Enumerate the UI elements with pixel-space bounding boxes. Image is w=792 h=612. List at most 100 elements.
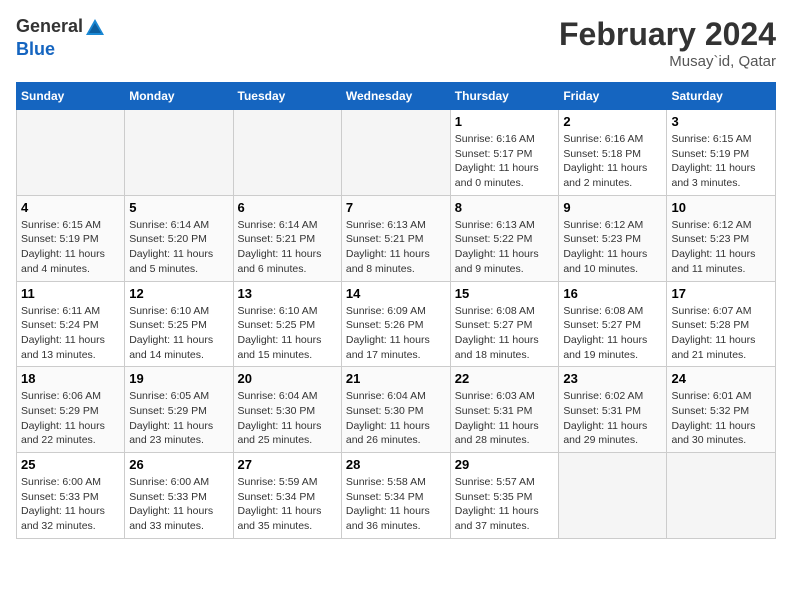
page-header: General Blue February 2024 Musay`id, Qat…	[16, 16, 776, 70]
day-info: Sunrise: 6:08 AMSunset: 5:27 PMDaylight:…	[563, 304, 662, 363]
calendar-cell: 22 Sunrise: 6:03 AMSunset: 5:31 PMDayligh…	[450, 367, 559, 453]
calendar-cell: 8 Sunrise: 6:13 AMSunset: 5:22 PMDaylight…	[450, 195, 559, 281]
day-info: Sunrise: 6:16 AMSunset: 5:17 PMDaylight:…	[455, 132, 555, 191]
day-info: Sunrise: 6:08 AMSunset: 5:27 PMDaylight:…	[455, 304, 555, 363]
calendar-cell: 14Sunrise: 6:09 AMSunset: 5:26 PMDayligh…	[341, 281, 450, 367]
location: Musay`id, Qatar	[559, 53, 776, 70]
calendar-cell: 15 Sunrise: 6:08 AMSunset: 5:27 PMDayligh…	[450, 281, 559, 367]
day-number: 19	[129, 371, 228, 386]
col-monday: Monday	[125, 83, 233, 110]
day-info: Sunrise: 6:06 AMSunset: 5:29 PMDaylight:…	[21, 389, 120, 448]
day-info: Sunrise: 6:03 AMSunset: 5:31 PMDaylight:…	[455, 389, 555, 448]
day-number: 28	[346, 457, 446, 472]
col-saturday: Saturday	[667, 83, 776, 110]
calendar-cell: 19 Sunrise: 6:05 AMSunset: 5:29 PMDayligh…	[125, 367, 233, 453]
day-info: Sunrise: 6:02 AMSunset: 5:31 PMDaylight:…	[563, 389, 662, 448]
col-tuesday: Tuesday	[233, 83, 341, 110]
calendar-cell	[341, 110, 450, 196]
col-thursday: Thursday	[450, 83, 559, 110]
calendar-week-3: 11 Sunrise: 6:11 AMSunset: 5:24 PMDayligh…	[17, 281, 776, 367]
day-info: Sunrise: 5:57 AMSunset: 5:35 PMDaylight:…	[455, 475, 555, 534]
day-info: Sunrise: 6:01 AMSunset: 5:32 PMDaylight:…	[671, 389, 771, 448]
calendar-cell: 4 Sunrise: 6:15 AMSunset: 5:19 PMDaylight…	[17, 195, 125, 281]
calendar-cell: 27 Sunrise: 5:59 AMSunset: 5:34 PMDayligh…	[233, 453, 341, 539]
day-number: 24	[671, 371, 771, 386]
day-number: 29	[455, 457, 555, 472]
day-info: Sunrise: 6:13 AMSunset: 5:21 PMDaylight:…	[346, 218, 446, 277]
calendar-cell: 1 Sunrise: 6:16 AMSunset: 5:17 PMDaylight…	[450, 110, 559, 196]
calendar-cell	[125, 110, 233, 196]
calendar-cell: 23 Sunrise: 6:02 AMSunset: 5:31 PMDayligh…	[559, 367, 667, 453]
day-number: 18	[21, 371, 120, 386]
day-info: Sunrise: 6:00 AMSunset: 5:33 PMDaylight:…	[21, 475, 120, 534]
day-number: 26	[129, 457, 228, 472]
day-number: 5	[129, 200, 228, 215]
calendar-cell: 2Sunrise: 6:16 AMSunset: 5:18 PMDaylight…	[559, 110, 667, 196]
day-number: 1	[455, 114, 555, 129]
day-info: Sunrise: 6:10 AMSunset: 5:25 PMDaylight:…	[238, 304, 337, 363]
day-number: 20	[238, 371, 337, 386]
day-number: 10	[671, 200, 771, 215]
day-number: 6	[238, 200, 337, 215]
day-number: 13	[238, 286, 337, 301]
day-number: 7	[346, 200, 446, 215]
col-sunday: Sunday	[17, 83, 125, 110]
day-info: Sunrise: 6:04 AMSunset: 5:30 PMDaylight:…	[238, 389, 337, 448]
calendar-week-5: 25 Sunrise: 6:00 AMSunset: 5:33 PMDayligh…	[17, 453, 776, 539]
day-number: 2	[563, 114, 662, 129]
day-info: Sunrise: 6:11 AMSunset: 5:24 PMDaylight:…	[21, 304, 120, 363]
day-number: 12	[129, 286, 228, 301]
calendar-cell: 17 Sunrise: 6:07 AMSunset: 5:28 PMDayligh…	[667, 281, 776, 367]
calendar-cell	[559, 453, 667, 539]
calendar-cell	[233, 110, 341, 196]
calendar-cell: 24 Sunrise: 6:01 AMSunset: 5:32 PMDayligh…	[667, 367, 776, 453]
logo: General Blue	[16, 16, 107, 60]
day-number: 8	[455, 200, 555, 215]
calendar-cell: 25 Sunrise: 6:00 AMSunset: 5:33 PMDayligh…	[17, 453, 125, 539]
day-number: 4	[21, 200, 120, 215]
calendar-cell: 3 Sunrise: 6:15 AMSunset: 5:19 PMDaylight…	[667, 110, 776, 196]
logo-text: General Blue	[16, 16, 107, 60]
day-number: 15	[455, 286, 555, 301]
day-info: Sunrise: 6:05 AMSunset: 5:29 PMDaylight:…	[129, 389, 228, 448]
calendar-cell: 16Sunrise: 6:08 AMSunset: 5:27 PMDayligh…	[559, 281, 667, 367]
calendar-cell: 13 Sunrise: 6:10 AMSunset: 5:25 PMDayligh…	[233, 281, 341, 367]
calendar-cell: 11 Sunrise: 6:11 AMSunset: 5:24 PMDayligh…	[17, 281, 125, 367]
calendar-cell: 28 Sunrise: 5:58 AMSunset: 5:34 PMDayligh…	[341, 453, 450, 539]
day-info: Sunrise: 6:14 AMSunset: 5:21 PMDaylight:…	[238, 218, 337, 277]
day-number: 27	[238, 457, 337, 472]
calendar-week-2: 4 Sunrise: 6:15 AMSunset: 5:19 PMDaylight…	[17, 195, 776, 281]
calendar-table: Sunday Monday Tuesday Wednesday Thursday…	[16, 82, 776, 539]
calendar-cell: 26 Sunrise: 6:00 AMSunset: 5:33 PMDayligh…	[125, 453, 233, 539]
day-info: Sunrise: 6:00 AMSunset: 5:33 PMDaylight:…	[129, 475, 228, 534]
day-number: 21	[346, 371, 446, 386]
day-info: Sunrise: 6:04 AMSunset: 5:30 PMDaylight:…	[346, 389, 446, 448]
day-info: Sunrise: 5:58 AMSunset: 5:34 PMDaylight:…	[346, 475, 446, 534]
calendar-week-1: 1 Sunrise: 6:16 AMSunset: 5:17 PMDaylight…	[17, 110, 776, 196]
day-info: Sunrise: 6:12 AMSunset: 5:23 PMDaylight:…	[671, 218, 771, 277]
day-number: 22	[455, 371, 555, 386]
day-info: Sunrise: 6:15 AMSunset: 5:19 PMDaylight:…	[671, 132, 771, 191]
calendar-cell: 12Sunrise: 6:10 AMSunset: 5:25 PMDayligh…	[125, 281, 233, 367]
calendar-cell	[667, 453, 776, 539]
day-info: Sunrise: 6:07 AMSunset: 5:28 PMDaylight:…	[671, 304, 771, 363]
calendar-header-row: Sunday Monday Tuesday Wednesday Thursday…	[17, 83, 776, 110]
day-number: 3	[671, 114, 771, 129]
day-info: Sunrise: 5:59 AMSunset: 5:34 PMDaylight:…	[238, 475, 337, 534]
day-number: 23	[563, 371, 662, 386]
title-block: February 2024 Musay`id, Qatar	[559, 16, 776, 70]
day-info: Sunrise: 6:15 AMSunset: 5:19 PMDaylight:…	[21, 218, 120, 277]
day-number: 17	[671, 286, 771, 301]
day-info: Sunrise: 6:13 AMSunset: 5:22 PMDaylight:…	[455, 218, 555, 277]
calendar-cell: 29 Sunrise: 5:57 AMSunset: 5:35 PMDayligh…	[450, 453, 559, 539]
calendar-cell: 21 Sunrise: 6:04 AMSunset: 5:30 PMDayligh…	[341, 367, 450, 453]
col-friday: Friday	[559, 83, 667, 110]
calendar-cell	[17, 110, 125, 196]
calendar-cell: 10 Sunrise: 6:12 AMSunset: 5:23 PMDayligh…	[667, 195, 776, 281]
calendar-cell: 6 Sunrise: 6:14 AMSunset: 5:21 PMDaylight…	[233, 195, 341, 281]
calendar-cell: 9Sunrise: 6:12 AMSunset: 5:23 PMDaylight…	[559, 195, 667, 281]
day-number: 25	[21, 457, 120, 472]
day-number: 11	[21, 286, 120, 301]
day-number: 14	[346, 286, 446, 301]
day-info: Sunrise: 6:12 AMSunset: 5:23 PMDaylight:…	[563, 218, 662, 277]
